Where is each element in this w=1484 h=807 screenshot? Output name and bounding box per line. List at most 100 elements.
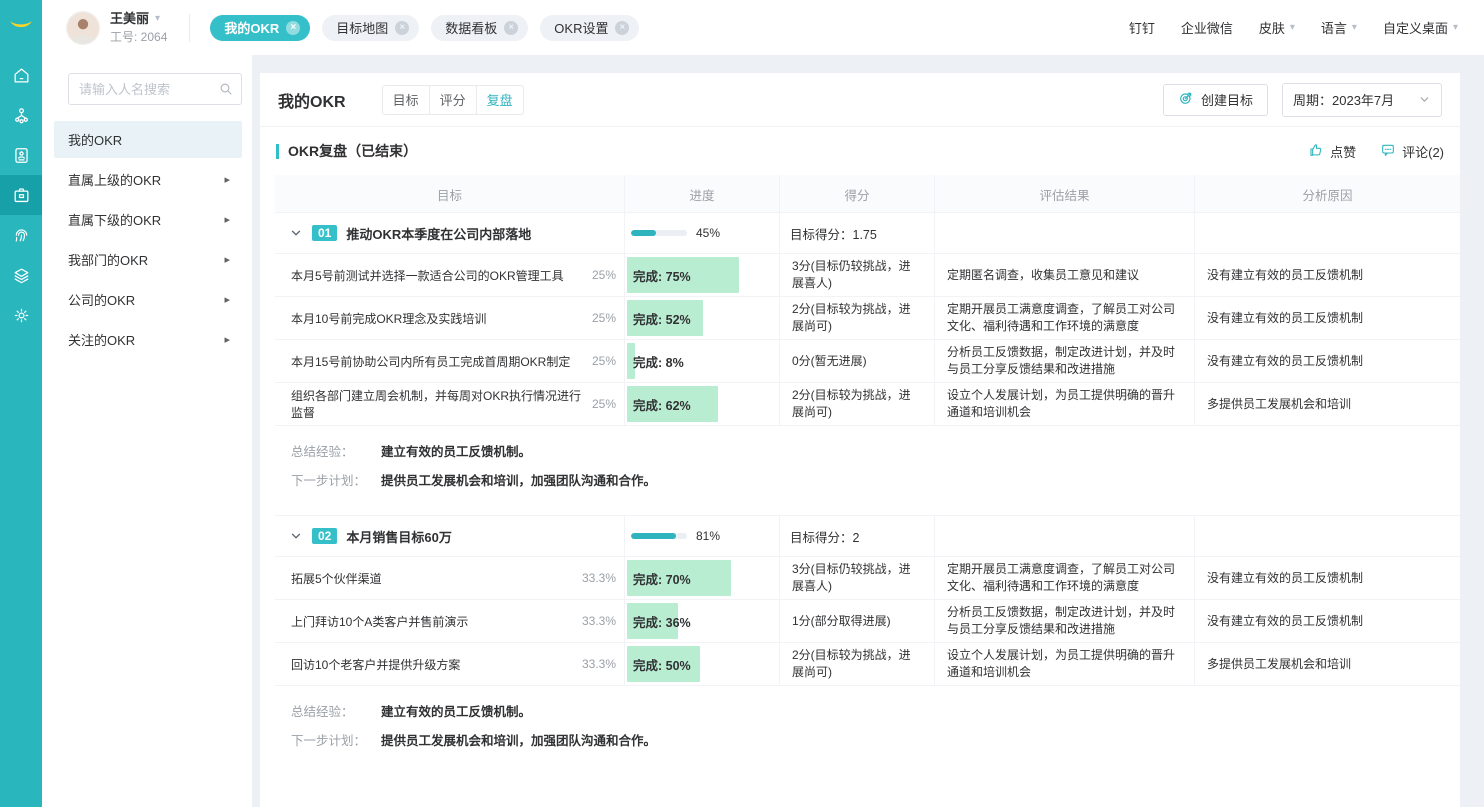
kr-progress-label: 完成: 50%	[633, 655, 691, 674]
close-icon[interactable]: ×	[504, 21, 518, 35]
objective-title: 推动OKR本季度在公司内部落地	[346, 224, 531, 243]
sidebar-item[interactable]: 公司的OKR ▸	[54, 281, 242, 318]
create-objective-button[interactable]: 创建目标	[1163, 84, 1268, 116]
sidebar-item-label: 公司的OKR	[68, 290, 135, 309]
topbar-link[interactable]: 企业微信	[1181, 18, 1233, 37]
column-header: 目标	[275, 175, 625, 213]
topbar-link-label: 钉钉	[1129, 18, 1155, 37]
kr-row: 拓展5个伙伴渠道33.3%完成: 70%3分(目标仍较挑战，进展喜人)定期开展员…	[275, 557, 1460, 600]
kr-progress-label: 完成: 75%	[633, 266, 691, 285]
chevron-down-icon[interactable]	[289, 226, 303, 240]
workspace-tab[interactable]: 数据看板 ×	[431, 15, 528, 41]
workspace-tab[interactable]: OKR设置×	[540, 15, 639, 41]
sidebar-item[interactable]: 直属下级的OKR ▸	[54, 201, 242, 238]
sidebar: 我的OKR 直属上级的OKR▸ 直属下级的OKR ▸ 我部门的OKR▸ 公司的OKR ▸ 关注…	[42, 55, 252, 807]
topbar-link-label: 自定义桌面	[1383, 18, 1448, 37]
create-objective-label: 创建目标	[1201, 90, 1253, 109]
user-meta: 王美丽 ▾ 工号: 2064	[110, 11, 167, 45]
kr-evaluation: 分析员工反馈数据，制定改进计划，并及时与员工分享反馈结果和改进措施	[947, 344, 1182, 378]
sidebar-item[interactable]: 我的OKR	[54, 121, 242, 158]
objective-row: 01推动OKR本季度在公司内部落地45%目标得分：1.75	[275, 212, 1460, 254]
kr-reason: 没有建立有效的员工反馈机制	[1207, 570, 1363, 587]
kr-score: 2分(目标较为挑战，进展尚可)	[792, 647, 922, 681]
kr-evaluation: 分析员工反馈数据，制定改进计划，并及时与员工分享反馈结果和改进措施	[947, 604, 1182, 638]
topbar-link[interactable]: 钉钉	[1129, 18, 1155, 37]
kr-row: 回访10个老客户并提供升级方案33.3%完成: 50%2分(目标较为挑战，进展尚…	[275, 643, 1460, 686]
objective-progress-label: 45%	[696, 226, 720, 240]
rail-item-id-card[interactable]	[0, 135, 42, 175]
next-plan-row: 下一步计划：提供员工发展机会和培训，加强团队沟通和合作。	[275, 725, 1460, 754]
summary-row: 总结经验：建立有效的员工反馈机制。	[275, 696, 1460, 725]
sidebar-item-label: 我的OKR	[68, 130, 122, 149]
kr-score: 2分(目标较为挑战，进展尚可)	[792, 301, 922, 335]
kr-progress-label: 完成: 36%	[633, 612, 691, 631]
briefcase-icon	[12, 186, 31, 205]
objective-title: 本月销售目标60万	[346, 527, 451, 546]
sidebar-item[interactable]: 我部门的OKR▸	[54, 241, 242, 278]
kr-reason: 多提供员工发展机会和培训	[1207, 656, 1351, 673]
app-logo[interactable]	[0, 0, 42, 55]
search-input[interactable]	[68, 73, 242, 105]
close-icon[interactable]: ×	[286, 21, 300, 35]
comment-button[interactable]: 评论(2)	[1380, 142, 1444, 161]
search-box	[68, 73, 242, 105]
main-header: 我的OKR 目标评分复盘 创建目标 周期：2023年7月	[260, 73, 1460, 127]
workspace-tab[interactable]: 我的OKR×	[210, 15, 310, 41]
kr-weight: 25%	[592, 311, 616, 325]
kr-score: 3分(目标仍较挑战，进展喜人)	[792, 561, 922, 595]
target-icon	[1178, 90, 1194, 109]
sidebar-item-label: 直属下级的OKR	[68, 210, 161, 229]
column-header: 进度	[625, 175, 780, 213]
rail-item-org-chart[interactable]	[0, 95, 42, 135]
rail-item-fingerprint[interactable]	[0, 215, 42, 255]
avatar[interactable]	[66, 11, 100, 45]
workspace-tab-label: 数据看板	[445, 18, 497, 37]
arrow-right-icon: ▸	[224, 213, 230, 226]
home-icon	[12, 66, 31, 85]
topbar-link-label: 语言	[1321, 18, 1347, 37]
gear-icon	[12, 306, 31, 325]
view-tabs: 目标评分复盘	[382, 85, 524, 115]
kr-title: 拓展5个伙伴渠道	[291, 570, 576, 587]
main-panel: 我的OKR 目标评分复盘 创建目标 周期：2023年7月 OKR复盘（已结束） …	[260, 73, 1460, 807]
kr-weight: 33.3%	[582, 614, 616, 628]
summary-row: 总结经验：建立有效的员工反馈机制。	[275, 436, 1460, 465]
sidebar-item[interactable]: 关注的OKR▸	[54, 321, 242, 358]
caret-down-icon[interactable]: ▾	[155, 11, 160, 27]
section-accent-bar	[276, 144, 279, 159]
comment-icon	[1380, 142, 1396, 161]
topbar-links: 钉钉 企业微信 皮肤▾ 语言▾ 自定义桌面▾	[1129, 18, 1458, 37]
objective-score: 目标得分：1.75	[790, 224, 877, 243]
rail-item-briefcase[interactable]	[0, 175, 42, 215]
topbar-link[interactable]: 自定义桌面▾	[1383, 18, 1458, 37]
chevron-down-icon[interactable]	[289, 529, 303, 543]
kr-score: 1分(部分取得进展)	[792, 613, 891, 630]
org-chart-icon	[12, 106, 31, 125]
view-tab[interactable]: 目标	[382, 85, 430, 115]
period-select[interactable]: 周期：2023年7月	[1282, 83, 1442, 117]
kr-progress-label: 完成: 8%	[633, 352, 684, 371]
topbar-link[interactable]: 皮肤▾	[1259, 18, 1295, 37]
rail-item-layers[interactable]	[0, 255, 42, 295]
workspace-tab[interactable]: 目标地图×	[322, 15, 419, 41]
kr-evaluation: 定期开展员工满意度调查，了解员工对公司文化、福利待遇和工作环境的满意度	[947, 561, 1182, 595]
kr-evaluation: 定期匿名调查，收集员工意见和建议	[947, 267, 1139, 284]
arrow-right-icon: ▸	[224, 173, 230, 186]
topbar-link[interactable]: 语言▾	[1321, 18, 1357, 37]
kr-title: 组织各部门建立周会机制，并每周对OKR执行情况进行监督	[291, 387, 586, 421]
sidebar-item[interactable]: 直属上级的OKR▸	[54, 161, 242, 198]
kr-weight: 33.3%	[582, 657, 616, 671]
view-tab[interactable]: 复盘	[477, 85, 524, 115]
view-tab[interactable]: 评分	[430, 85, 477, 115]
arrow-right-icon: ▸	[224, 293, 230, 306]
topbar: 王美丽 ▾ 工号: 2064 我的OKR×目标地图×数据看板×OKR设置× 钉钉…	[42, 0, 1484, 55]
banana-logo-icon	[6, 10, 36, 45]
fingerprint-icon	[12, 226, 31, 245]
kr-weight: 25%	[592, 354, 616, 368]
close-icon[interactable]: ×	[615, 21, 629, 35]
kr-row: 本月15号前协助公司内所有员工完成首周期OKR制定25%完成: 8%0分(暂无进…	[275, 340, 1460, 383]
close-icon[interactable]: ×	[395, 21, 409, 35]
rail-item-gear[interactable]	[0, 295, 42, 335]
rail-item-home[interactable]	[0, 55, 42, 95]
like-button[interactable]: 点赞	[1308, 142, 1356, 161]
